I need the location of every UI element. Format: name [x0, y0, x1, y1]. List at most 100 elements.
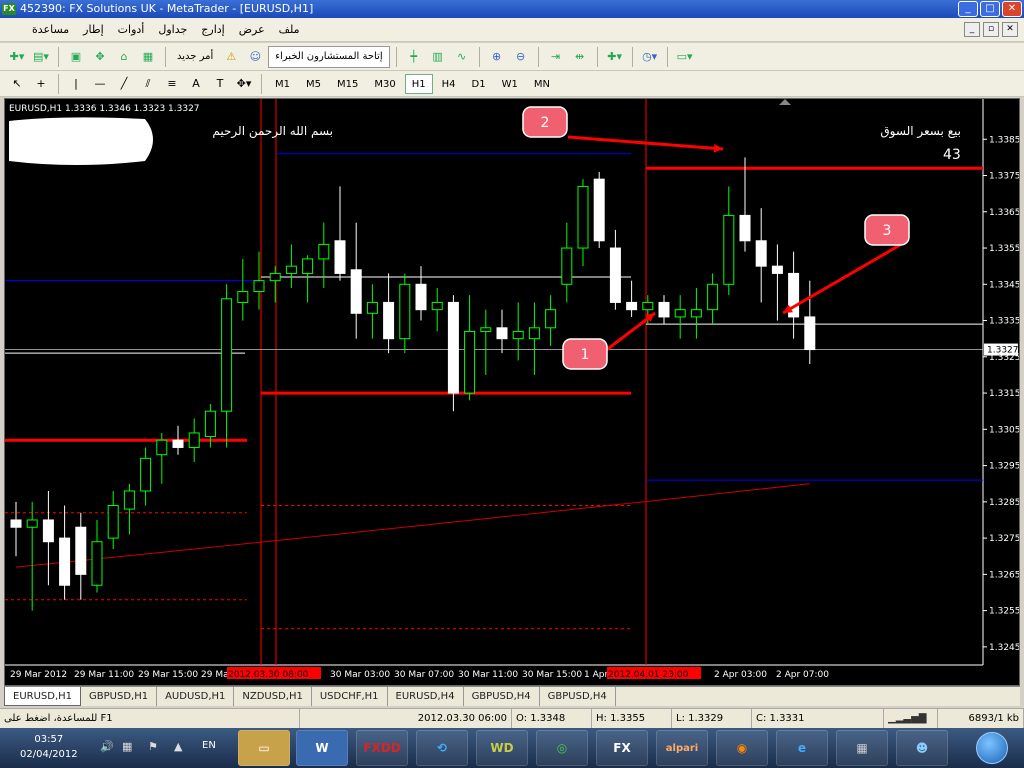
users-icon[interactable]: ☻	[896, 730, 948, 766]
time-tick-label: 30 Mar 03:00	[330, 670, 390, 680]
candle-body	[431, 301, 443, 311]
periods-icon[interactable]: ◷▾	[639, 46, 661, 68]
taskbar-clock[interactable]: 03:57 02/04/2012	[20, 732, 78, 762]
price-tick-label: 1.3245	[989, 643, 1019, 653]
timeframe-d1[interactable]: D1	[465, 74, 493, 94]
show-hidden-icon[interactable]: ▲	[174, 740, 182, 753]
flag-icon[interactable]: ⚑	[148, 740, 158, 753]
volume-icon[interactable]: 🔊	[100, 740, 114, 753]
zoom-in-icon[interactable]: ⊕	[486, 46, 508, 68]
new-order-label: أمر جديد	[177, 51, 214, 62]
menu-item-0[interactable]: ملف	[279, 18, 300, 42]
chart-tab-2[interactable]: AUDUSD,H1	[157, 687, 235, 706]
chart-tab-0[interactable]: EURUSD,H1	[4, 687, 82, 706]
timeframe-h4[interactable]: H4	[435, 74, 463, 94]
basmala-text: بسم الله الرحمن الرحيم	[212, 124, 333, 139]
menu-item-2[interactable]: إدارج	[201, 18, 224, 42]
mdi-close-button[interactable]: ✕	[1002, 22, 1018, 37]
channel-icon[interactable]: ⫽	[137, 73, 159, 95]
close-button[interactable]: ✕	[1002, 1, 1022, 17]
experts-toggle-button[interactable]: إتاحة المستشارون الخبراء	[268, 45, 390, 68]
chart-shift-icon[interactable]: ⇹	[569, 46, 591, 68]
tester-icon[interactable]: ▦	[137, 46, 159, 68]
calculator-icon[interactable]: ▦	[836, 730, 888, 766]
callout-label: 1	[581, 347, 590, 363]
mdi-minimize-button[interactable]: _	[964, 22, 980, 37]
minimize-button[interactable]: _	[958, 1, 978, 17]
word-icon[interactable]: W	[296, 730, 348, 766]
refresh-app-icon[interactable]: ⟲	[416, 730, 468, 766]
timeframe-w1[interactable]: W1	[495, 74, 525, 94]
menu-item-3[interactable]: جداول	[158, 18, 187, 42]
firefox-icon[interactable]: ◉	[716, 730, 768, 766]
new-chart-icon[interactable]: ✚▾	[6, 46, 28, 68]
vertical-line-icon[interactable]: |	[65, 73, 87, 95]
explorer-icon[interactable]: ▭	[238, 730, 290, 766]
timeframe-h1[interactable]: H1	[404, 73, 433, 94]
line-chart-icon[interactable]: ∿	[451, 46, 473, 68]
menu-item-4[interactable]: أدوات	[118, 18, 145, 42]
indicators-icon[interactable]: ✚▾	[604, 46, 626, 68]
network-icon[interactable]: ▦	[122, 740, 132, 753]
status-help: للمساعدة، اضغط على F1	[0, 709, 300, 728]
globe-app-icon[interactable]: ◎	[536, 730, 588, 766]
wd-app[interactable]: WD	[476, 730, 528, 766]
candle-body	[334, 240, 346, 274]
mdi-restore-button[interactable]: ▫	[983, 22, 999, 37]
chart-window[interactable]: 1.3385 1.3375 1.3365 1.3355 1.3345 1.3335 1.33…	[4, 98, 1020, 686]
crosshair-icon[interactable]: +	[30, 73, 52, 95]
arrows-icon[interactable]: ✥▾	[233, 73, 255, 95]
menu-item-5[interactable]: إطار	[83, 18, 103, 42]
timeframe-m1[interactable]: M1	[268, 74, 297, 94]
timeframe-m15[interactable]: M15	[330, 74, 365, 94]
chart-tab-1[interactable]: GBPUSD,H1	[81, 687, 158, 706]
fx-label: FX	[613, 741, 631, 755]
alpari-app[interactable]: alpari	[656, 730, 708, 766]
time-tick-label: 2012.03.30 08:00	[228, 670, 309, 680]
profiles-icon[interactable]: ▤▾	[30, 46, 52, 68]
new-order-button[interactable]: أمر جديد	[172, 46, 218, 68]
window-controls: _ □ ✕	[958, 1, 1022, 17]
horizontal-line-icon[interactable]: —	[89, 73, 111, 95]
time-tick-label: 29 Ma	[201, 670, 229, 680]
candle-body	[512, 330, 524, 340]
chart-tab-5[interactable]: EURUSD,H4	[388, 687, 464, 706]
language-indicator[interactable]: EN	[202, 740, 216, 751]
zoom-out-icon[interactable]: ⊖	[510, 46, 532, 68]
price-chart[interactable]: 1.3385 1.3375 1.3365 1.3355 1.3345 1.3335 1.33…	[5, 99, 1019, 685]
bar-chart-icon[interactable]: ┿	[403, 46, 425, 68]
candle-body	[545, 309, 557, 329]
menu-item-6[interactable]: مساعدة	[32, 18, 69, 42]
text-icon[interactable]: A	[185, 73, 207, 95]
label-icon[interactable]: T	[209, 73, 231, 95]
market-watch-icon[interactable]: ▣	[65, 46, 87, 68]
fxdd-app[interactable]: FXDD	[356, 730, 408, 766]
time-tick-label: 29 Mar 2012	[10, 670, 67, 680]
fx-app[interactable]: FX	[596, 730, 648, 766]
chart-tab-7[interactable]: GBPUSD,H4	[540, 687, 616, 706]
ie-icon[interactable]: e	[776, 730, 828, 766]
navigator-icon[interactable]: ✥	[89, 46, 111, 68]
start-button[interactable]	[976, 732, 1008, 764]
trendline-icon[interactable]: ╱	[113, 73, 135, 95]
timeframe-mn[interactable]: MN	[527, 74, 557, 94]
fibo-icon[interactable]: ≡	[161, 73, 183, 95]
menu-item-1[interactable]: عرض	[239, 18, 265, 42]
time-tick-label: 2 Apr 03:00	[714, 670, 767, 680]
terminal-icon[interactable]: ⌂	[113, 46, 135, 68]
candlestick-icon[interactable]: ▥	[427, 46, 449, 68]
price-tick-label: 1.3275	[989, 534, 1019, 544]
chart-tab-4[interactable]: USDCHF,H1	[312, 687, 388, 706]
candle-body	[107, 504, 119, 539]
chart-tab-3[interactable]: NZDUSD,H1	[234, 687, 312, 706]
candle-body	[172, 439, 184, 448]
timeframe-m30[interactable]: M30	[367, 74, 402, 94]
chart-tab-6[interactable]: GBPUSD,H4	[464, 687, 540, 706]
autoscroll-icon[interactable]: ⇥	[545, 46, 567, 68]
cursor-icon[interactable]: ↖	[6, 73, 28, 95]
candle-body	[658, 301, 670, 318]
price-tick-label: 1.3385	[989, 135, 1019, 145]
maximize-button[interactable]: □	[980, 1, 1000, 17]
templates-icon[interactable]: ▭▾	[674, 46, 696, 68]
timeframe-m5[interactable]: M5	[299, 74, 328, 94]
